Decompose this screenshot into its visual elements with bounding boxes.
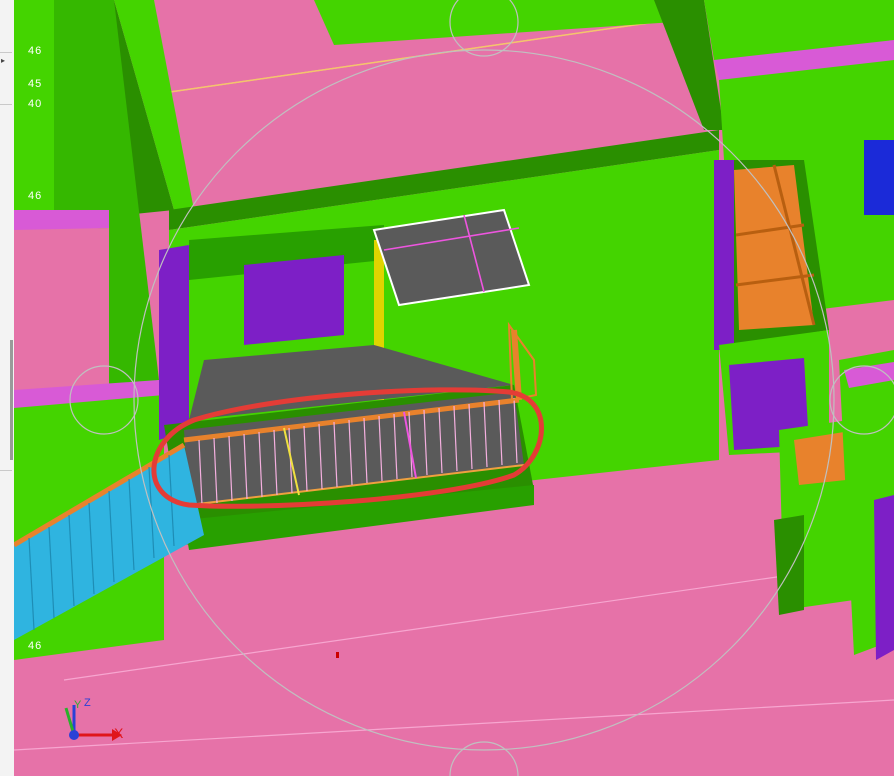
cad-application-window: ▸ 46 45 40 46 46 X Y Z bbox=[0, 0, 894, 776]
level-marker: 46 bbox=[28, 190, 43, 202]
collapse-arrow-icon[interactable]: ▸ bbox=[1, 56, 5, 65]
left-toolbar-strip: ▸ bbox=[0, 0, 15, 776]
level-marker: 40 bbox=[28, 98, 43, 110]
level-marker: 45 bbox=[28, 78, 43, 90]
toolbar-divider bbox=[0, 470, 12, 471]
level-marker: 46 bbox=[28, 45, 43, 57]
ucs-y-label: Y bbox=[74, 699, 82, 711]
ucs-x-label: X bbox=[114, 725, 124, 741]
model-scene bbox=[14, 0, 894, 776]
toolbar-divider bbox=[0, 104, 12, 105]
ucs-z-label: Z bbox=[84, 697, 91, 709]
small-marker bbox=[336, 652, 339, 658]
level-marker: 46 bbox=[28, 640, 43, 652]
3d-model-viewport[interactable]: 46 45 40 46 46 X Y Z bbox=[14, 0, 894, 776]
toolbar-divider bbox=[0, 52, 12, 53]
scrollbar-thumb[interactable] bbox=[10, 340, 13, 460]
